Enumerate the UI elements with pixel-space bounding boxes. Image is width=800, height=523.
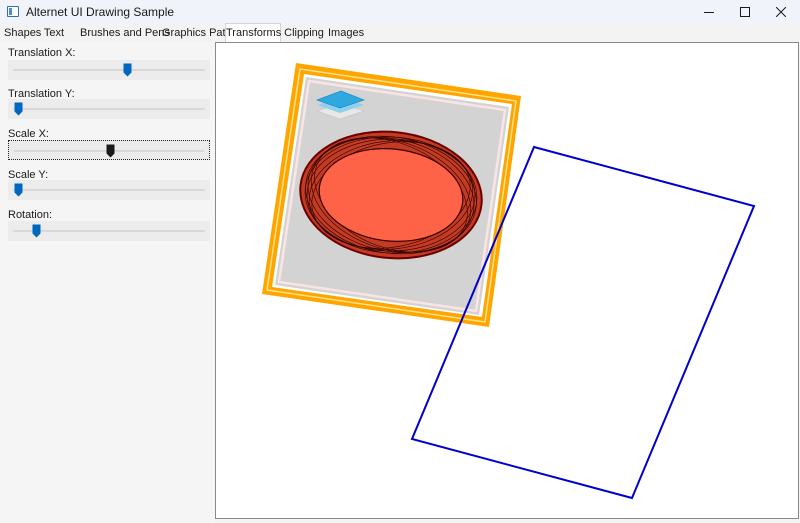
- close-button[interactable]: [758, 0, 800, 24]
- slider-track: [13, 230, 205, 232]
- tab-strip: Shapes Text Brushes and Pens Graphics Pa…: [0, 23, 800, 43]
- slider-track: [13, 108, 205, 110]
- scale-x-label: Scale X:: [8, 128, 49, 140]
- rotation-label: Rotation:: [8, 209, 53, 221]
- tab-transforms[interactable]: Transforms: [225, 23, 281, 43]
- rotation-slider[interactable]: [8, 221, 210, 241]
- slider-thumb[interactable]: [106, 144, 115, 158]
- tab-shapes[interactable]: Shapes: [4, 25, 41, 42]
- close-icon: [776, 7, 786, 17]
- slider-track: [13, 189, 205, 191]
- scale-y-slider[interactable]: [8, 180, 210, 200]
- slider-thumb-icon: [106, 144, 115, 158]
- translation-x-slider[interactable]: [8, 60, 210, 80]
- slider-thumb-icon: [123, 63, 132, 77]
- transform-controls-panel: Translation X: Translation Y: Scale X: S…: [0, 42, 215, 523]
- tab-graphics-path[interactable]: Graphics Path: [162, 25, 232, 42]
- slider-thumb[interactable]: [32, 224, 41, 238]
- translation-x-label: Translation X:: [8, 47, 76, 59]
- transformed-drawing: [262, 63, 756, 500]
- slider-thumb[interactable]: [123, 63, 132, 77]
- tab-clipping[interactable]: Clipping: [284, 25, 324, 42]
- translation-y-slider[interactable]: [8, 99, 210, 119]
- maximize-icon: [740, 7, 750, 17]
- scale-x-slider[interactable]: [8, 140, 210, 160]
- slider-thumb-icon: [14, 102, 23, 116]
- slider-thumb-icon: [32, 224, 41, 238]
- app-window-icon: [7, 6, 19, 17]
- tab-images[interactable]: Images: [328, 25, 364, 42]
- slider-track: [13, 69, 205, 71]
- slider-thumb-icon: [14, 183, 23, 197]
- window-title: Alternet UI Drawing Sample: [26, 5, 175, 19]
- drawing-canvas[interactable]: [215, 42, 799, 519]
- slider-thumb[interactable]: [14, 183, 23, 197]
- slider-thumb[interactable]: [14, 102, 23, 116]
- tab-brushes-and-pens[interactable]: Brushes and Pens: [80, 25, 170, 42]
- minimize-icon: [704, 12, 714, 13]
- title-bar: Alternet UI Drawing Sample: [0, 0, 800, 24]
- tab-text[interactable]: Text: [42, 25, 66, 42]
